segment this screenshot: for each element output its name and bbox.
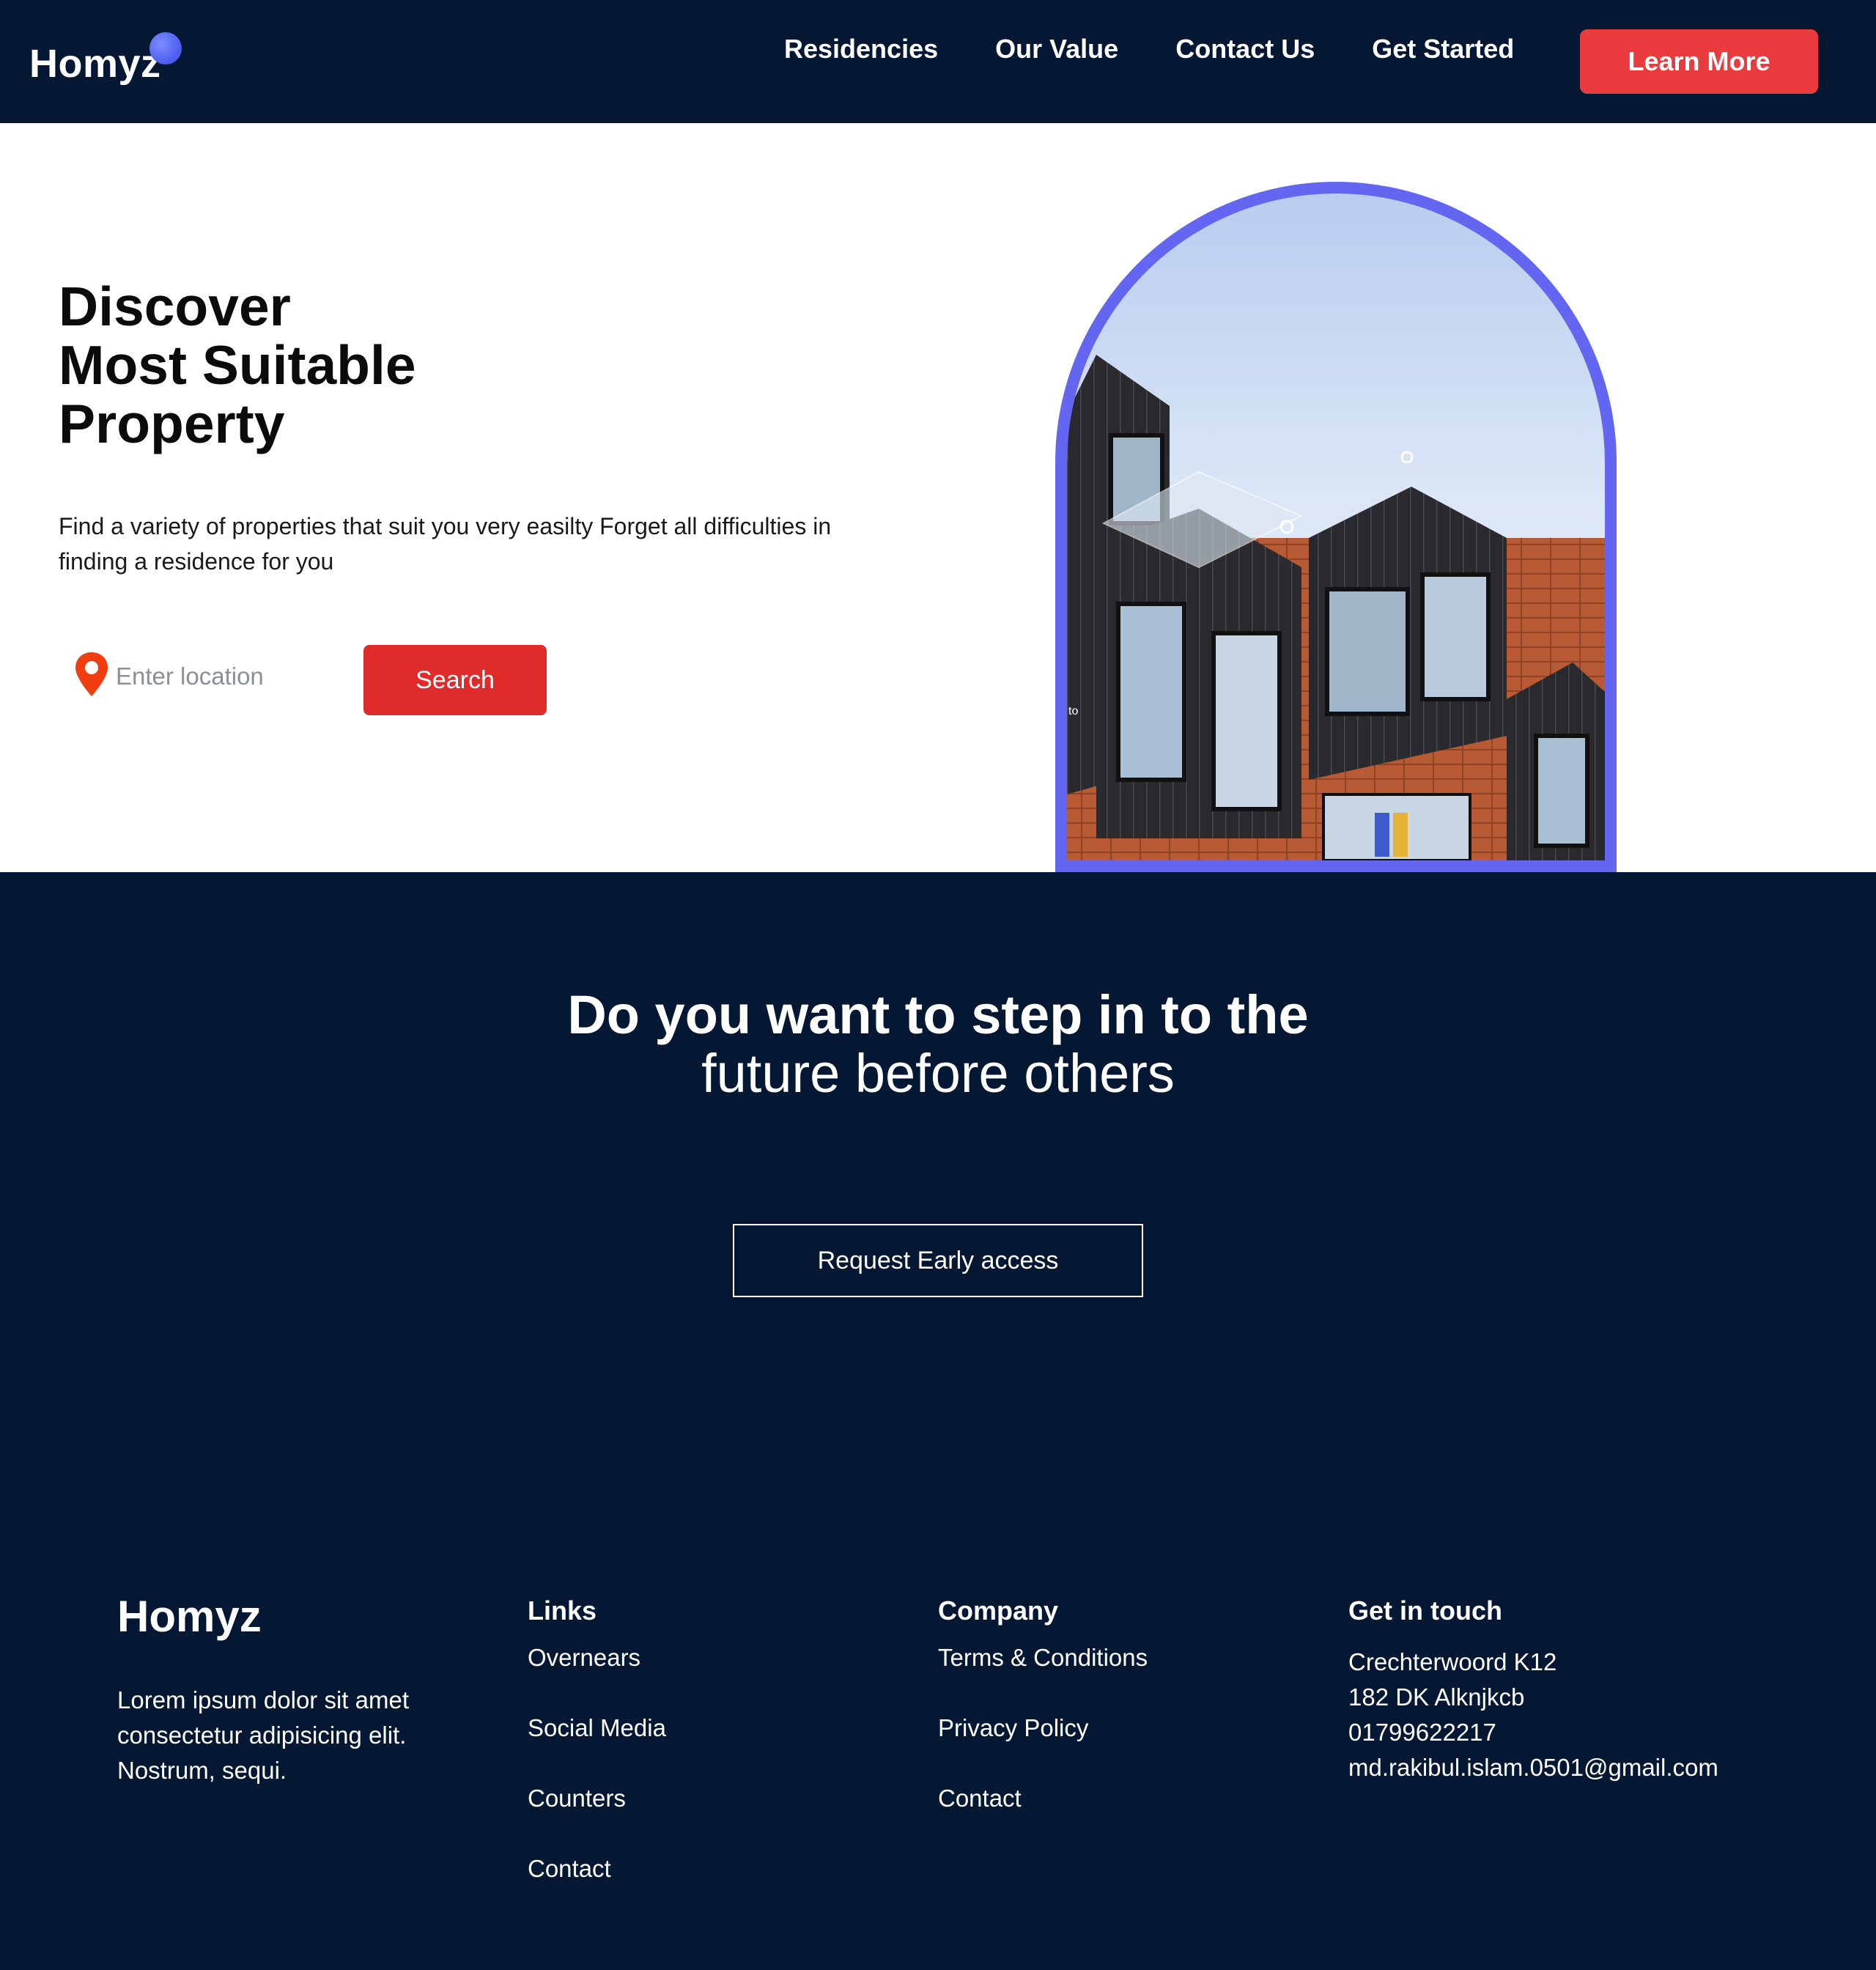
location-pin-icon: [75, 652, 108, 696]
request-early-access-button[interactable]: Request Early access: [733, 1224, 1143, 1297]
logo-circle-icon: [149, 32, 182, 64]
location-search-bar: Search: [59, 645, 550, 718]
nav-link-our-value[interactable]: Our Value: [995, 34, 1118, 64]
search-button[interactable]: Search: [363, 645, 547, 715]
hero-image-frame: to: [1055, 182, 1617, 872]
hero-title-line: Property: [59, 393, 285, 454]
footer-links-heading: Links: [528, 1595, 597, 1626]
footer-link-privacy[interactable]: Privacy Policy: [938, 1712, 1148, 1744]
footer-links-column: Links Overnears Social Media Counters Co…: [528, 1587, 666, 1885]
footer-link-company-contact[interactable]: Contact: [938, 1782, 1148, 1815]
nav-link-contact-us[interactable]: Contact Us: [1175, 34, 1315, 64]
cta-title-line-1: Do you want to step in to the: [567, 984, 1309, 1045]
footer-address-line-1: Crechterwoord K12: [1348, 1648, 1557, 1675]
hero-description: Find a variety of properties that suit y…: [59, 513, 832, 575]
building-illustration: [1067, 355, 1605, 860]
footer-company-column: Company Terms & Conditions Privacy Polic…: [938, 1587, 1148, 1815]
footer-link-social-media[interactable]: Social Media: [528, 1712, 666, 1744]
footer-phone[interactable]: 01799622217: [1348, 1715, 1718, 1750]
footer-address-line-2: 182 DK Alknjkcb: [1348, 1683, 1525, 1711]
footer-company-heading: Company: [938, 1595, 1059, 1626]
cta-title-line-2: future before others: [701, 1043, 1175, 1104]
footer-brand-description: Lorem ipsum dolor sit amet consectetur a…: [117, 1686, 409, 1784]
hero-title-line: Discover: [59, 276, 291, 337]
building-photo: to: [1067, 193, 1605, 860]
footer-link-contact[interactable]: Contact: [528, 1853, 666, 1885]
nav-link-residencies[interactable]: Residencies: [784, 34, 938, 64]
brand-logo-text: Homyz: [29, 42, 161, 86]
location-search-input[interactable]: [116, 658, 336, 695]
footer-link-overnears[interactable]: Overnears: [528, 1642, 666, 1674]
main-nav: Residencies Our Value Contact Us Get Sta…: [784, 34, 1571, 64]
footer-email[interactable]: md.rakibul.islam.0501@gmail.com: [1348, 1750, 1718, 1785]
footer-link-terms[interactable]: Terms & Conditions: [938, 1642, 1148, 1674]
footer-contact-heading: Get in touch: [1348, 1595, 1502, 1626]
cta-title: Do you want to step in to the future bef…: [0, 986, 1876, 1103]
footer-brand-column: Homyz Lorem ipsum dolor sit amet consect…: [117, 1587, 469, 1788]
hero-title-line: Most Suitable: [59, 334, 416, 396]
footer-link-counters[interactable]: Counters: [528, 1782, 666, 1815]
footer-contact-details: Crechterwoord K12 182 DK Alknjkcb 017996…: [1348, 1645, 1718, 1785]
nav-link-get-started[interactable]: Get Started: [1372, 34, 1514, 64]
top-navbar: Homyz Residencies Our Value Contact Us G…: [0, 0, 1876, 123]
footer-contact-column: Get in touch Crechterwoord K12 182 DK Al…: [1348, 1587, 1718, 1785]
hero-title: Discover Most Suitable Property: [59, 277, 416, 453]
hero-section: Discover Most Suitable Property Find a v…: [0, 123, 1876, 872]
footer-brand-name: Homyz: [117, 1592, 262, 1641]
image-caption: to: [1068, 705, 1079, 717]
learn-more-button[interactable]: Learn More: [1580, 29, 1818, 94]
